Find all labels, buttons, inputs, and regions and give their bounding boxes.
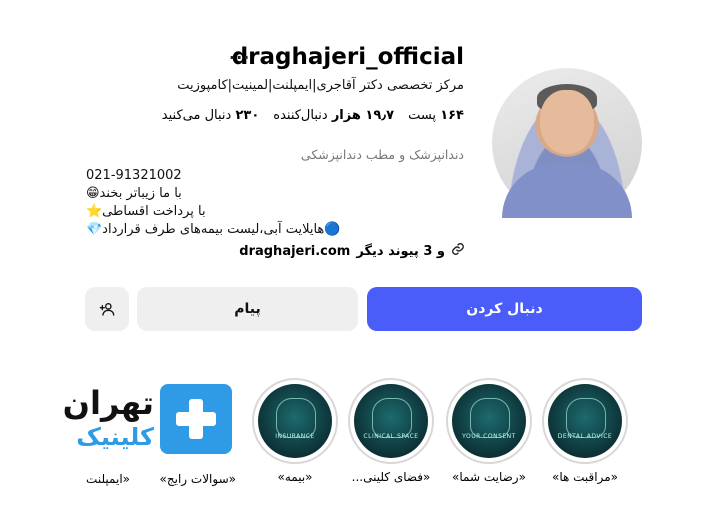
highlight-clinic-space[interactable]: CLINICAL SPACE «فضای کلینی... bbox=[348, 378, 434, 484]
medical-cross-icon bbox=[176, 399, 216, 439]
clinic-wordmark-logo: تهران کلینیک bbox=[22, 384, 154, 452]
profile-stats: ۱۶۴ پست ۱۹٫۷ هزار دنبال‌کننده ۲۳۰ دنبال … bbox=[162, 108, 464, 123]
posts-label: پست bbox=[408, 108, 437, 123]
suggest-accounts-button[interactable] bbox=[85, 287, 129, 331]
bio-line: 🔵هایلایت آبی،لیست بیمه‌های طرف قرارداد💎 bbox=[86, 222, 341, 237]
highlight-insurance[interactable]: INSURANCE «بیمه» bbox=[252, 378, 338, 484]
follow-button[interactable]: دنبال کردن bbox=[367, 287, 642, 331]
more-options-icon[interactable]: ... bbox=[229, 44, 250, 63]
bio-phone: 021-91321002 bbox=[86, 168, 182, 183]
highlight-cover-image: INSURANCE bbox=[258, 384, 332, 458]
highlight-cover: YOUR CONSENT bbox=[446, 378, 532, 464]
profile-avatar[interactable] bbox=[492, 68, 642, 218]
highlight-satisfaction[interactable]: YOUR CONSENT «رضایت شما» bbox=[446, 378, 532, 484]
profile-bio: 021-91321002 با ما زیباتر بخند😁 با پرداخ… bbox=[86, 167, 340, 239]
posts-count: ۱۶۴ bbox=[440, 108, 464, 123]
profile-links[interactable]: و 3 پیوند دیگر draghajeri.com bbox=[239, 242, 465, 260]
message-button[interactable]: پیام bbox=[137, 287, 358, 331]
highlight-label[interactable]: «ایمپلنت bbox=[84, 472, 130, 486]
highlight-cover-text: CLINICAL SPACE bbox=[363, 433, 419, 440]
highlight-label: «مراقبت ها» bbox=[551, 470, 618, 484]
highlight-cover: CLINICAL SPACE bbox=[348, 378, 434, 464]
followers-count: ۱۹٫۷ هزار bbox=[331, 108, 395, 123]
avatar-body bbox=[502, 164, 632, 218]
highlight-label: «سوالات رایج» bbox=[159, 472, 236, 486]
link-more[interactable]: و 3 پیوند دیگر bbox=[356, 244, 445, 259]
profile-bio-title: مرکز تخصصی دکتر آقاجری|ایمپلنت|لمینیت|کا… bbox=[177, 78, 464, 93]
highlight-label: «رضایت شما» bbox=[452, 470, 526, 484]
highlight-cover-image: DENTAL ADVICE bbox=[548, 384, 622, 458]
following-stat[interactable]: ۲۳۰ دنبال می‌کنید bbox=[162, 108, 259, 123]
highlight-label: «فضای کلینی... bbox=[351, 470, 431, 484]
highlight-cover: DENTAL ADVICE bbox=[542, 378, 628, 464]
link-icon bbox=[451, 242, 465, 260]
highlight-cover: INSURANCE bbox=[252, 378, 338, 464]
wordmark-line1: تهران bbox=[62, 384, 154, 422]
highlight-cover-image: YOUR CONSENT bbox=[452, 384, 526, 458]
highlight-cover-text: DENTAL ADVICE bbox=[557, 433, 613, 440]
avatar-face bbox=[540, 90, 594, 154]
highlight-dental-care[interactable]: DENTAL ADVICE «مراقبت ها» bbox=[542, 378, 628, 484]
profile-category: دندانپزشک و مطب دندانپزشکی bbox=[300, 147, 464, 162]
followers-label: دنبال‌کننده bbox=[273, 108, 328, 123]
highlight-cover-text: INSURANCE bbox=[275, 433, 315, 440]
profile-username: draghajeri_official bbox=[231, 44, 464, 70]
highlight-label: «بیمه» bbox=[277, 470, 313, 484]
following-count: ۲۳۰ bbox=[235, 108, 260, 123]
highlight-cover-text: YOUR CONSENT bbox=[462, 433, 516, 440]
highlight-faq[interactable] bbox=[160, 384, 232, 454]
highlight-cover-image: CLINICAL SPACE bbox=[354, 384, 428, 458]
link-url[interactable]: draghajeri.com bbox=[239, 244, 350, 259]
posts-stat[interactable]: ۱۶۴ پست bbox=[408, 108, 464, 123]
wordmark-line2: کلینیک bbox=[76, 423, 154, 451]
bio-line: با ما زیباتر بخند😁 bbox=[86, 186, 182, 201]
followers-stat[interactable]: ۱۹٫۷ هزار دنبال‌کننده bbox=[273, 108, 394, 123]
add-person-icon bbox=[99, 303, 115, 316]
bio-line: با پرداخت اقساطی⭐ bbox=[86, 204, 206, 219]
following-label: دنبال می‌کنید bbox=[161, 108, 232, 123]
